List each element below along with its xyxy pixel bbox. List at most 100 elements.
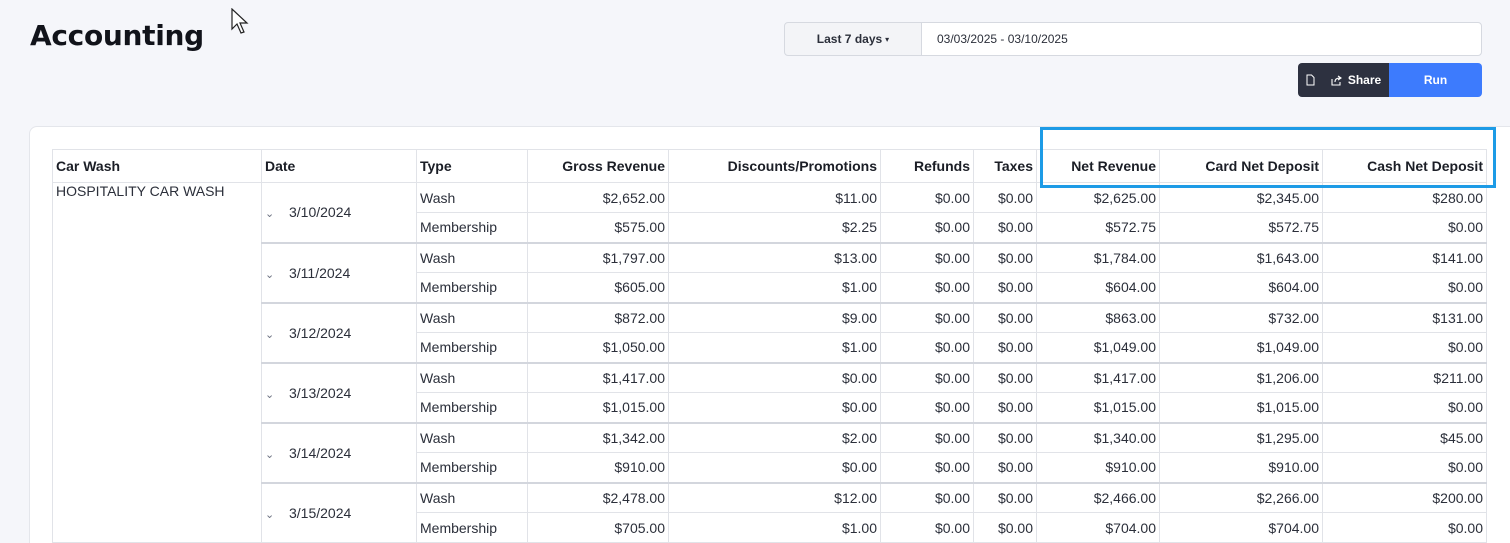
chevron-down-icon[interactable]: ⌄: [265, 328, 275, 341]
report-actions: Share Run: [1298, 63, 1482, 97]
cell-card-net-deposit: $704.00: [1159, 512, 1323, 543]
cell-taxes: $0.00: [973, 421, 1037, 453]
cell-cash-net-deposit: $0.00: [1322, 392, 1487, 423]
column-header-date[interactable]: Date: [261, 149, 417, 183]
cell-discounts: $0.00: [668, 452, 881, 483]
cell-type: Membership: [416, 212, 528, 243]
column-header-cash-net-deposit[interactable]: Cash Net Deposit: [1322, 149, 1487, 183]
cell-gross-revenue: $872.00: [527, 301, 669, 333]
cell-type: Wash: [416, 361, 528, 393]
cell-cash-net-deposit: $0.00: [1322, 332, 1487, 363]
date-group-cell[interactable]: ⌄ 3/10/2024: [261, 182, 417, 243]
cell-taxes: $0.00: [973, 332, 1037, 363]
date-label: 3/14/2024: [289, 444, 352, 461]
cell-cash-net-deposit: $211.00: [1322, 361, 1487, 393]
cell-net-revenue: $1,784.00: [1036, 241, 1160, 273]
share-button-label: Share: [1347, 73, 1382, 87]
cell-net-revenue: $572.75: [1036, 212, 1160, 243]
column-header-taxes[interactable]: Taxes: [973, 149, 1037, 183]
cell-card-net-deposit: $1,206.00: [1159, 361, 1323, 393]
cell-type: Membership: [416, 512, 528, 543]
cell-gross-revenue: $1,342.00: [527, 421, 669, 453]
share-button[interactable]: Share: [1323, 63, 1389, 97]
cell-gross-revenue: $2,652.00: [527, 182, 669, 213]
cell-cash-net-deposit: $0.00: [1322, 272, 1487, 303]
accounting-table: Car Wash Date Type Gross Revenue Discoun…: [52, 149, 1487, 543]
cell-card-net-deposit: $1,643.00: [1159, 241, 1323, 273]
car-wash-name: HOSPITALITY CAR WASH: [52, 182, 262, 543]
cell-discounts: $1.00: [668, 512, 881, 543]
page-title: Accounting: [30, 19, 204, 52]
cell-card-net-deposit: $732.00: [1159, 301, 1323, 333]
column-header-net-revenue[interactable]: Net Revenue: [1036, 149, 1160, 183]
date-group-cell[interactable]: ⌄ 3/11/2024: [261, 241, 417, 303]
table-row: HOSPITALITY CAR WASH ⌄ 3/10/2024 Wash $2,652…: [52, 182, 1487, 543]
chevron-down-icon[interactable]: ⌄: [265, 388, 275, 401]
column-header-car-wash[interactable]: Car Wash: [52, 149, 262, 183]
cell-discounts: $13.00: [668, 241, 881, 273]
cell-taxes: $0.00: [973, 272, 1037, 303]
cell-gross-revenue: $1,417.00: [527, 361, 669, 393]
cell-gross-revenue: $910.00: [527, 452, 669, 483]
cell-taxes: $0.00: [973, 481, 1037, 513]
cell-type: Wash: [416, 421, 528, 453]
date-group-cell[interactable]: ⌄ 3/15/2024: [261, 481, 417, 543]
cell-net-revenue: $704.00: [1036, 512, 1160, 543]
cell-taxes: $0.00: [973, 301, 1037, 333]
cell-taxes: $0.00: [973, 241, 1037, 273]
cell-cash-net-deposit: $0.00: [1322, 512, 1487, 543]
cell-net-revenue: $910.00: [1036, 452, 1160, 483]
cell-net-revenue: $1,049.00: [1036, 332, 1160, 363]
run-button[interactable]: Run: [1389, 63, 1482, 97]
date-label: 3/15/2024: [289, 504, 352, 521]
cell-cash-net-deposit: $45.00: [1322, 421, 1487, 453]
cell-refunds: $0.00: [880, 452, 974, 483]
cell-refunds: $0.00: [880, 301, 974, 333]
accounting-table-body: HOSPITALITY CAR WASH ⌄ 3/10/2024 Wash $2,652…: [52, 182, 1487, 543]
cell-cash-net-deposit: $0.00: [1322, 452, 1487, 483]
export-button[interactable]: [1298, 63, 1323, 97]
cell-type: Wash: [416, 241, 528, 273]
column-header-card-net-deposit[interactable]: Card Net Deposit: [1159, 149, 1323, 183]
date-group-cell[interactable]: ⌄ 3/12/2024: [261, 301, 417, 363]
date-range-dropdown[interactable]: Last 7 days ▾: [784, 22, 922, 56]
cell-refunds: $0.00: [880, 481, 974, 513]
cell-net-revenue: $1,417.00: [1036, 361, 1160, 393]
cell-discounts: $0.00: [668, 392, 881, 423]
date-group-cell[interactable]: ⌄ 3/13/2024: [261, 361, 417, 423]
cell-cash-net-deposit: $280.00: [1322, 182, 1487, 213]
column-header-discounts-promotions[interactable]: Discounts/Promotions: [668, 149, 881, 183]
cell-net-revenue: $2,625.00: [1036, 182, 1160, 213]
cell-gross-revenue: $605.00: [527, 272, 669, 303]
cell-type: Membership: [416, 332, 528, 363]
column-header-type[interactable]: Type: [416, 149, 528, 183]
cell-card-net-deposit: $604.00: [1159, 272, 1323, 303]
chevron-down-icon[interactable]: ⌄: [265, 207, 275, 220]
chevron-down-icon[interactable]: ⌄: [265, 268, 275, 281]
mouse-cursor-icon: [231, 8, 249, 34]
cell-refunds: $0.00: [880, 361, 974, 393]
column-header-refunds[interactable]: Refunds: [880, 149, 974, 183]
table-row: ⌄ 3/14/2024 Wash $1,342.00 $2.00 $0.00 $0.00 $1…: [53, 421, 1487, 483]
cell-type: Membership: [416, 452, 528, 483]
date-range-dropdown-label: Last 7 days: [816, 32, 883, 46]
cell-type: Wash: [416, 481, 528, 513]
cell-refunds: $0.00: [880, 392, 974, 423]
column-header-gross-revenue[interactable]: Gross Revenue: [527, 149, 669, 183]
cell-gross-revenue: $1,797.00: [527, 241, 669, 273]
cell-discounts: $1.00: [668, 332, 881, 363]
cell-refunds: $0.00: [880, 421, 974, 453]
chevron-down-icon[interactable]: ⌄: [265, 508, 275, 521]
cell-refunds: $0.00: [880, 332, 974, 363]
cell-net-revenue: $604.00: [1036, 272, 1160, 303]
document-icon: [1306, 74, 1315, 86]
chevron-down-icon[interactable]: ⌄: [265, 448, 275, 461]
cell-card-net-deposit: $2,266.00: [1159, 481, 1323, 513]
caret-down-icon: ▾: [885, 34, 890, 44]
cell-cash-net-deposit: $0.00: [1322, 212, 1487, 243]
date-group-cell[interactable]: ⌄ 3/14/2024: [261, 421, 417, 483]
date-range-input[interactable]: [921, 22, 1482, 56]
table-row: ⌄ 3/13/2024 Wash $1,417.00 $0.00 $0.00 $0.00 $1…: [53, 361, 1487, 423]
cell-discounts: $2.00: [668, 421, 881, 453]
table-row: ⌄ 3/12/2024 Wash $872.00 $9.00 $0.00 $0.00 $863…: [53, 301, 1487, 363]
